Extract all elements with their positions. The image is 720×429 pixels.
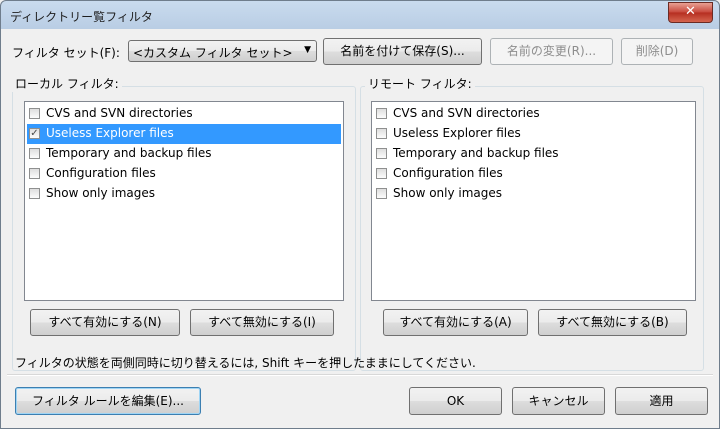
close-icon: ✕ xyxy=(685,4,696,19)
checkbox[interactable]: ✓ xyxy=(29,128,40,139)
remote-enable-all-button[interactable]: すべて有効にする(A) xyxy=(383,309,528,336)
checkbox[interactable] xyxy=(376,108,387,119)
checkbox[interactable] xyxy=(29,168,40,179)
list-item[interactable]: ✓ Useless Explorer files xyxy=(27,124,341,144)
list-item-label: CVS and SVN directories xyxy=(46,106,193,120)
checkbox[interactable] xyxy=(376,128,387,139)
list-item[interactable]: Temporary and backup files xyxy=(27,144,341,164)
local-filter-label: ローカル フィルタ: xyxy=(12,75,122,92)
delete-button[interactable]: 削除(D) xyxy=(621,38,693,65)
remote-filter-list[interactable]: CVS and SVN directories Useless Explorer… xyxy=(371,101,696,301)
save-as-button[interactable]: 名前を付けて保存(S)... xyxy=(323,38,482,65)
apply-button[interactable]: 適用 xyxy=(615,387,708,415)
filter-set-value: <カスタム フィルタ セット> xyxy=(133,46,293,60)
filter-set-label: フィルタ セット(F): xyxy=(12,46,120,60)
checkbox[interactable] xyxy=(29,108,40,119)
list-item[interactable]: Show only images xyxy=(27,184,341,204)
checkbox[interactable] xyxy=(376,148,387,159)
checkbox[interactable] xyxy=(29,188,40,199)
dialog-body: フィルタ セット(F): <カスタム フィルタ セット> ▼ 名前を付けて保存(… xyxy=(7,29,713,422)
list-item[interactable]: CVS and SVN directories xyxy=(374,104,688,124)
cancel-button[interactable]: キャンセル xyxy=(512,387,605,415)
remote-disable-all-button[interactable]: すべて無効にする(B) xyxy=(538,309,687,336)
checkbox[interactable] xyxy=(376,188,387,199)
list-item-label: Show only images xyxy=(46,186,156,200)
window-title: ディレクトリー覧フィルタ xyxy=(10,10,153,24)
list-item-label: Temporary and backup files xyxy=(393,146,559,160)
list-item-label: Useless Explorer files xyxy=(46,126,174,140)
list-item[interactable]: Temporary and backup files xyxy=(374,144,688,164)
edit-filter-rules-button[interactable]: フィルタ ルールを編集(E)... xyxy=(15,387,201,415)
list-item-label: Configuration files xyxy=(46,166,156,180)
list-item[interactable]: CVS and SVN directories xyxy=(27,104,341,124)
ok-button[interactable]: OK xyxy=(409,387,502,415)
separator xyxy=(7,374,713,376)
list-item[interactable]: Configuration files xyxy=(374,164,688,184)
local-filter-list[interactable]: CVS and SVN directories ✓ Useless Explor… xyxy=(24,101,344,301)
list-item-label: CVS and SVN directories xyxy=(393,106,540,120)
local-enable-all-button[interactable]: すべて有効にする(N) xyxy=(30,309,180,336)
list-item-label: Configuration files xyxy=(393,166,503,180)
checkbox[interactable] xyxy=(29,148,40,159)
rename-button[interactable]: 名前の変更(R)... xyxy=(490,38,613,65)
title-bar[interactable]: ディレクトリー覧フィルタ ✕ xyxy=(1,1,719,29)
remote-filter-label: リモート フィルタ: xyxy=(365,75,475,92)
list-item-label: Show only images xyxy=(393,186,503,200)
list-item-label: Useless Explorer files xyxy=(393,126,521,140)
checkbox[interactable] xyxy=(376,168,387,179)
close-button[interactable]: ✕ xyxy=(668,2,713,23)
chevron-down-icon: ▼ xyxy=(304,45,311,55)
dialog-window: ディレクトリー覧フィルタ ✕ フィルタ セット(F): <カスタム フィルタ セ… xyxy=(0,0,720,429)
list-item[interactable]: Useless Explorer files xyxy=(374,124,688,144)
hint-text: フィルタの状態を両側同時に切り替えるには, Shift キーを押したままにしてく… xyxy=(15,356,476,370)
list-item-label: Temporary and backup files xyxy=(46,146,212,160)
filter-set-dropdown[interactable]: <カスタム フィルタ セット> ▼ xyxy=(128,40,317,62)
list-item[interactable]: Configuration files xyxy=(27,164,341,184)
list-item[interactable]: Show only images xyxy=(374,184,688,204)
local-disable-all-button[interactable]: すべて無効にする(I) xyxy=(190,309,334,336)
